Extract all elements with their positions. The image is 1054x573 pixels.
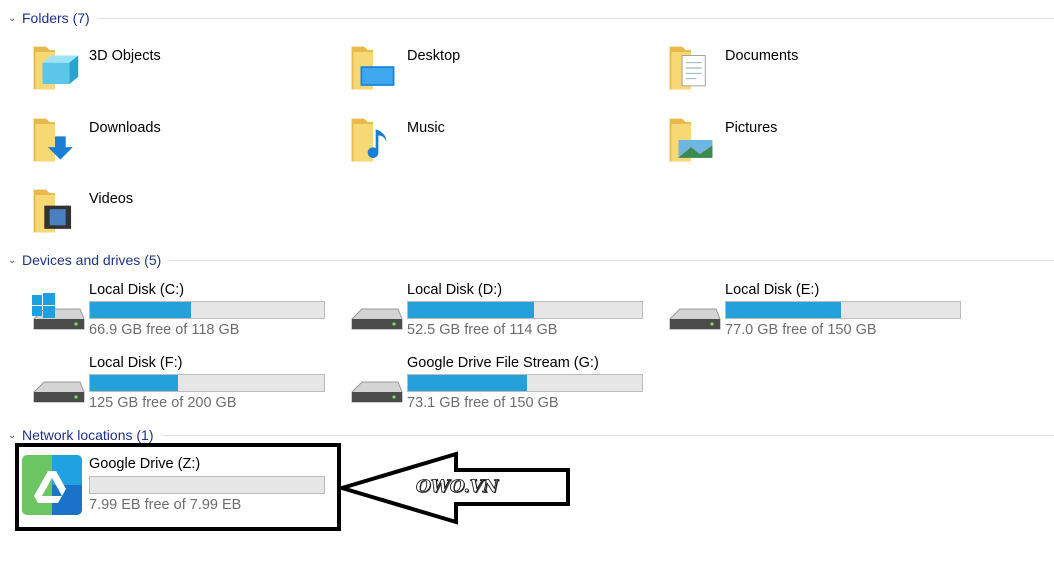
- hard-drive-icon: [351, 308, 403, 330]
- folder-label: Downloads: [89, 120, 161, 136]
- drive-free-space: 77.0 GB free of 150 GB: [725, 322, 877, 338]
- group-header-network[interactable]: ⌄ Network locations (1): [8, 426, 1054, 444]
- hard-drive-icon: [32, 293, 85, 330]
- drive-usage-bar: [407, 301, 643, 319]
- chevron-down-icon: ⌄: [8, 429, 17, 441]
- desktop-icon: [351, 46, 395, 90]
- group-header-devices[interactable]: ⌄ Devices and drives (5): [8, 251, 1054, 269]
- folder-label: Pictures: [725, 120, 778, 136]
- hard-drive-icon: [33, 381, 85, 403]
- folder-label: Videos: [89, 191, 134, 207]
- drive-name: Google Drive File Stream (G:): [407, 355, 599, 371]
- folder-documents[interactable]: Documents: [666, 40, 966, 100]
- 3d-objects-icon: [33, 46, 79, 90]
- drive-1[interactable]: Local Disk (D:) 52.5 GB free of 114 GB: [348, 281, 648, 347]
- drive-usage-bar: [89, 374, 325, 392]
- drive-4[interactable]: Google Drive File Stream (G:) 73.1 GB fr…: [348, 354, 648, 420]
- drive-name: Local Disk (E:): [725, 282, 820, 298]
- drive-google-drive-z[interactable]: Google Drive (Z:) 7.99 EB free of 7.99 E…: [22, 455, 325, 521]
- documents-icon: [669, 46, 706, 90]
- folder-label: Desktop: [407, 48, 461, 64]
- drive-name: Local Disk (D:): [407, 282, 503, 298]
- folder-label: 3D Objects: [89, 48, 161, 64]
- drive-name: Local Disk (C:): [89, 282, 185, 298]
- folder-label: Music: [407, 120, 445, 136]
- google-drive-icon: [22, 455, 82, 515]
- drive-0[interactable]: Local Disk (C:) 66.9 GB free of 118 GB: [30, 281, 330, 347]
- folder-pictures[interactable]: Pictures: [666, 112, 966, 172]
- folder-3d-objects[interactable]: 3D Objects: [30, 40, 330, 100]
- folder-videos[interactable]: Videos: [30, 183, 330, 243]
- drive-usage-bar: [89, 476, 325, 494]
- videos-icon: [33, 189, 72, 233]
- drive-name: Google Drive (Z:): [89, 456, 201, 472]
- hard-drive-icon: [351, 381, 403, 403]
- chevron-down-icon: ⌄: [8, 12, 17, 24]
- drive-name: Local Disk (F:): [89, 355, 183, 371]
- drive-3[interactable]: Local Disk (F:) 125 GB free of 200 GB: [30, 354, 330, 420]
- drive-free-space: 7.99 EB free of 7.99 EB: [89, 497, 242, 513]
- drive-free-space: 73.1 GB free of 150 GB: [407, 395, 559, 411]
- drive-usage-bar: [725, 301, 961, 319]
- drive-free-space: 125 GB free of 200 GB: [89, 395, 237, 411]
- folder-label: Documents: [725, 48, 799, 64]
- folder-desktop[interactable]: Desktop: [348, 40, 648, 100]
- pictures-icon: [669, 118, 713, 162]
- drive-2[interactable]: Local Disk (E:) 77.0 GB free of 150 GB: [666, 281, 966, 347]
- drive-free-space: 52.5 GB free of 114 GB: [407, 322, 558, 338]
- hard-drive-icon: [669, 308, 721, 330]
- group-header-folders[interactable]: ⌄ Folders (7): [8, 9, 1054, 27]
- drive-free-space: 66.9 GB free of 118 GB: [89, 322, 240, 338]
- watermark-text: OWO.VN: [416, 477, 499, 498]
- downloads-icon: [33, 118, 73, 162]
- folder-music[interactable]: Music: [348, 112, 648, 172]
- music-icon: [351, 118, 387, 162]
- drive-usage-bar: [89, 301, 325, 319]
- chevron-down-icon: ⌄: [8, 254, 17, 266]
- folder-downloads[interactable]: Downloads: [30, 112, 330, 172]
- drive-usage-bar: [407, 374, 643, 392]
